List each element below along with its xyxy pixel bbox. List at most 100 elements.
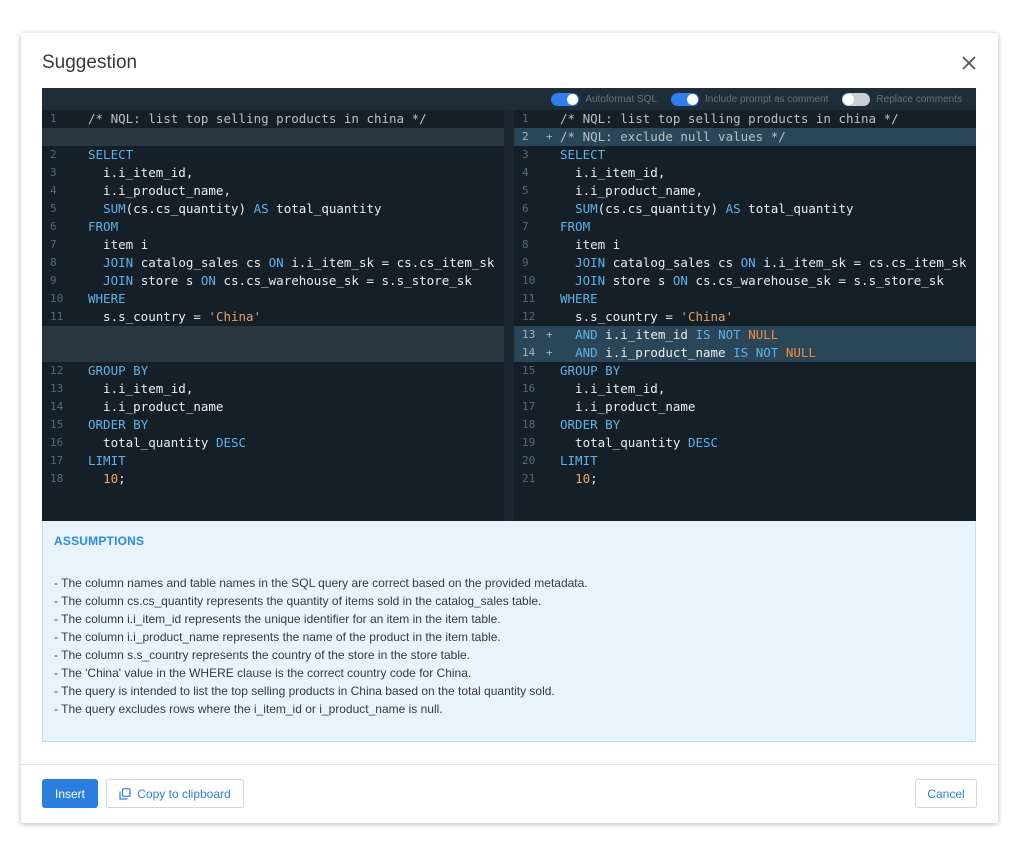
- assumption-item: - The column i.i_item_id represents the …: [54, 612, 501, 626]
- line-number: 1: [522, 112, 529, 125]
- include-prompt-toggle[interactable]: [671, 92, 700, 106]
- code-text: /* NQL: exclude null values */: [560, 129, 786, 144]
- line-number: 3: [50, 166, 57, 179]
- line-number: 9: [50, 274, 57, 287]
- line-number: 2: [522, 130, 529, 143]
- code-line: 3 i.i_item_id,: [42, 164, 504, 182]
- code-line: 17 LIMIT: [42, 452, 504, 470]
- line-number: 16: [522, 382, 536, 395]
- code-text: WHERE: [560, 291, 598, 306]
- suggestion-dialog: Suggestion Autoformat SQL Include prompt…: [21, 33, 998, 823]
- footer-divider: [21, 764, 998, 765]
- editor-toolbar: Autoformat SQL Include prompt as comment…: [42, 88, 976, 110]
- line-number: 17: [522, 400, 536, 413]
- code-text: JOIN catalog_sales cs ON i.i_item_sk = c…: [575, 255, 967, 270]
- line-number: 6: [522, 202, 529, 215]
- code-text: GROUP BY: [560, 363, 621, 378]
- code-text: s.s_country = 'China': [88, 309, 262, 324]
- line-number: 12: [50, 364, 64, 377]
- code-text: ORDER BY: [560, 417, 621, 432]
- code-line: 17 i.i_product_name: [514, 398, 976, 416]
- code-line: 21 10;: [514, 470, 976, 488]
- copy-to-clipboard-button[interactable]: Copy to clipboard: [106, 779, 244, 808]
- close-icon[interactable]: [959, 53, 979, 73]
- line-number: 14: [522, 346, 536, 359]
- code-line: 18 10;: [42, 470, 504, 488]
- code-line: 2 SELECT: [42, 146, 504, 164]
- code-line: 4 i.i_item_id,: [514, 164, 976, 182]
- original-sql-pane[interactable]: 1 /* NQL: list top selling products in ch…: [42, 110, 504, 521]
- code-line: 9 JOIN store s ON cs.cs_warehouse_sk = s…: [42, 272, 504, 290]
- code-line: 6 SUM(cs.cs_quantity) AS total_quantity: [514, 200, 976, 218]
- line-number: 15: [50, 418, 64, 431]
- code-text: /* NQL: list top selling products in chi…: [88, 111, 427, 126]
- code-text: FROM: [560, 219, 591, 234]
- diff-placeholder-line: [42, 128, 504, 146]
- autoformat-sql-label: Autoformat SQL: [585, 93, 658, 105]
- code-line: 7 FROM: [514, 218, 976, 236]
- replace-comments-toggle[interactable]: [842, 92, 871, 106]
- assumption-item: - The column cs.cs_quantity represents t…: [54, 594, 542, 608]
- line-number: 18: [50, 472, 64, 485]
- code-line: 5 i.i_product_name,: [514, 182, 976, 200]
- code-line: 15 GROUP BY: [514, 362, 976, 380]
- insert-button[interactable]: Insert: [42, 779, 98, 808]
- line-number: 17: [50, 454, 64, 467]
- autoformat-sql-toggle[interactable]: [551, 92, 580, 106]
- code-line: 14 i.i_product_name: [42, 398, 504, 416]
- code-text: i.i_product_name,: [560, 183, 703, 198]
- include-prompt-label: Include prompt as comment: [705, 93, 829, 105]
- code-line: 8 JOIN catalog_sales cs ON i.i_item_sk =…: [42, 254, 504, 272]
- code-text: 10;: [103, 471, 126, 486]
- line-number: 19: [522, 436, 536, 449]
- code-line: 3 SELECT: [514, 146, 976, 164]
- line-number: 13: [522, 328, 536, 341]
- cancel-button[interactable]: Cancel: [915, 779, 977, 808]
- line-number: 16: [50, 436, 64, 449]
- include-prompt-toggle-group: Include prompt as comment: [671, 92, 829, 106]
- code-text: ORDER BY: [88, 417, 149, 432]
- line-number: 15: [522, 364, 536, 377]
- code-text: item i: [560, 237, 621, 252]
- code-text: LIMIT: [560, 453, 598, 468]
- code-line: 13 i.i_item_id,: [42, 380, 504, 398]
- line-number: 4: [522, 166, 529, 179]
- code-text: i.i_item_id,: [88, 381, 194, 396]
- added-code-line: 14 + AND i.i_product_name IS NOT NULL: [514, 344, 976, 362]
- line-number: 5: [50, 202, 57, 215]
- code-line: 1 /* NQL: list top selling products in ch…: [514, 110, 976, 128]
- replace-comments-toggle-group: Replace comments: [842, 92, 962, 106]
- dialog-title: Suggestion: [42, 52, 138, 73]
- line-number: 5: [522, 184, 529, 197]
- code-text: /* NQL: list top selling products in chi…: [560, 111, 899, 126]
- line-number: 4: [50, 184, 57, 197]
- code-line: 4 i.i_product_name,: [42, 182, 504, 200]
- code-line: 8 item i: [514, 236, 976, 254]
- line-number: 10: [50, 292, 64, 305]
- line-number: 13: [50, 382, 64, 395]
- code-text: SUM(cs.cs_quantity) AS total_quantity: [103, 201, 382, 216]
- line-number: 9: [522, 256, 529, 269]
- line-number: 3: [522, 148, 529, 161]
- code-line: 1 /* NQL: list top selling products in ch…: [42, 110, 504, 128]
- code-line: 10 JOIN store s ON cs.cs_warehouse_sk = …: [514, 272, 976, 290]
- code-line: 20 LIMIT: [514, 452, 976, 470]
- code-text: total_quantity DESC: [560, 435, 719, 450]
- line-number: 6: [50, 220, 57, 233]
- line-number: 7: [50, 238, 57, 251]
- added-code-line: 13 + AND i.i_item_id IS NOT NULL: [514, 326, 976, 344]
- code-line: 11 WHERE: [514, 290, 976, 308]
- assumption-item: - The 'China' value in the WHERE clause …: [54, 666, 472, 680]
- code-line: 5 SUM(cs.cs_quantity) AS total_quantity: [42, 200, 504, 218]
- diff-editor: Autoformat SQL Include prompt as comment…: [42, 88, 976, 521]
- code-line: 12 GROUP BY: [42, 362, 504, 380]
- assumption-item: - The query is intended to list the top …: [54, 684, 555, 698]
- code-text: FROM: [88, 219, 119, 234]
- line-number: 2: [50, 148, 57, 161]
- code-line: 10 WHERE: [42, 290, 504, 308]
- line-number: 12: [522, 310, 536, 323]
- code-line: 18 ORDER BY: [514, 416, 976, 434]
- suggested-sql-pane[interactable]: 1 /* NQL: list top selling products in ch…: [514, 110, 976, 521]
- assumption-item: - The column i.i_product_name represents…: [54, 630, 501, 644]
- copy-to-clipboard-label: Copy to clipboard: [137, 786, 231, 801]
